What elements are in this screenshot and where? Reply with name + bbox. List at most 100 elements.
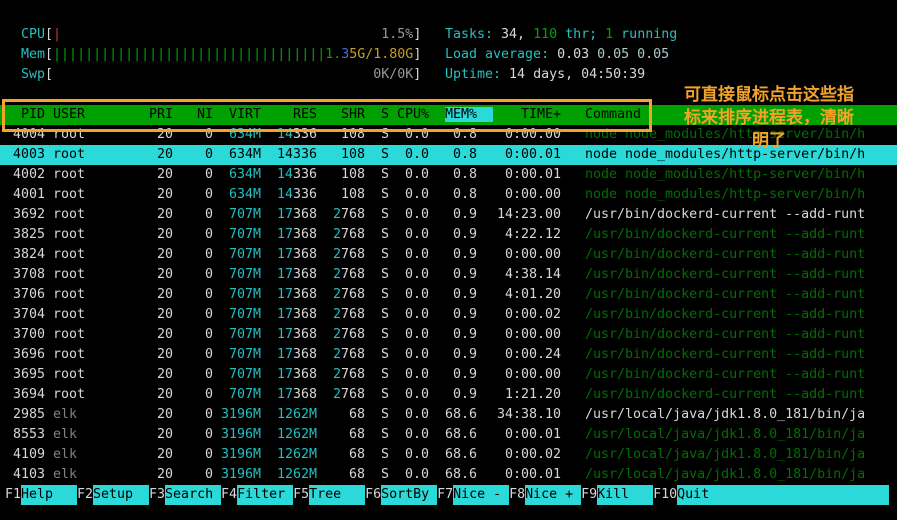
function-key-bar: F1 Help F2 Setup F3 Search F4 Filter F5 Tree F6 Sor… [0,485,897,505]
ni-cell: 0 [204,187,213,202]
time-cell: 0:00.24 [504,347,561,362]
fkey-f4-filter[interactable]: F4 Filter [221,485,294,505]
fkey-f9-kill[interactable]: F9 Kill [581,485,654,505]
fkey-action-label: Search [165,485,222,505]
pri-cell: 20 [156,427,173,442]
row-gap [45,325,53,345]
ni-cell: 0 [204,307,213,322]
user-cell: root [53,267,86,282]
s-cell: S [380,407,389,422]
ni-cell: 0 [204,427,213,442]
fkey-f10-quit[interactable]: F10 Quit [653,485,890,505]
process-row-8553[interactable]: 8553 elk 20 0 3196M 1262M 68 S 0.0 68.6 0:00.01/us… [0,425,897,445]
ni-cell: 0 [204,327,213,342]
process-row-3706[interactable]: 3706 root 20 0 707M 17368 2768 S 0.0 0.9 4:01.20/u… [0,285,897,305]
cpu-cell: 0.0 [404,267,429,282]
fkey-f5-tree[interactable]: F5 Tree [293,485,366,505]
pri-cell: 20 [156,227,173,242]
mem-cell: 0.9 [452,207,477,222]
process-row-4109[interactable]: 4109 elk 20 0 3196M 1262M 68 S 0.0 68.6 0:00.02/us… [0,445,897,465]
process-row-2985[interactable]: 2985 elk 20 0 3196M 1262M 68 S 0.0 68.6 34:38.10/u… [0,405,897,425]
cpu-cell: 0.0 [404,327,429,342]
pri-cell: 20 [156,147,173,162]
pid-cell: 4109 [12,447,45,462]
virt-cell: 634M [228,147,261,162]
annotation-line: 标来排序进程表，清晰 [684,108,854,128]
fkey-action-label: Quit [677,485,890,505]
virt-cell: 707M [228,367,261,382]
process-row-3700[interactable]: 3700 root 20 0 707M 17368 2768 S 0.0 0.9 0:00.00/u… [0,325,897,345]
virt-cell: 3196M [220,407,261,422]
virt-cell: 3196M [220,467,261,482]
process-row-3695[interactable]: 3695 root 20 0 707M 17368 2768 S 0.0 0.9 0:00.00/u… [0,365,897,385]
fkey-f1-help[interactable]: F1 Help [5,485,78,505]
time-cell: 0:00.00 [504,187,561,202]
pri-cell: 20 [156,407,173,422]
process-row-4103[interactable]: 4103 elk 20 0 3196M 1262M 68 S 0.0 68.6 0:00.01/us… [0,465,897,485]
pid-cell: 3825 [12,227,45,242]
cmd-cell: /usr/local/java/jdk1.8.0_181/bin/ja [585,467,866,482]
process-row-3692[interactable]: 3692 root 20 0 707M 17368 2768 S 0.0 0.9 14:23.00 /… [0,205,897,225]
row-gap [45,365,53,385]
cmd-cell: /usr/bin/dockerd-current --add-runt [585,367,866,382]
row-gap [45,385,53,405]
cmd-cell: /usr/bin/dockerd-current --add-runt [585,347,866,362]
cmd-cell: /usr/bin/dockerd-current --add-runt [585,287,866,302]
s-cell: S [380,187,389,202]
pri-cell: 20 [156,287,173,302]
cmd-cell: /usr/bin/dockerd-current --add-runt [585,227,866,242]
process-row-3708[interactable]: 3708 root 20 0 707M 17368 2768 S 0.0 0.9 4:38.14/u… [0,265,897,285]
s-cell: S [380,447,389,462]
cpu-cell: 0.0 [404,147,429,162]
s-cell: S [380,167,389,182]
time-cell: 0:00.00 [504,247,561,262]
res-cell: 17368 [276,327,317,342]
row-gap [45,205,53,225]
process-row-3824[interactable]: 3824 root 20 0 707M 17368 2768 S 0.0 0.9 0:00.00/u… [0,245,897,265]
ni-cell: 0 [204,247,213,262]
time-cell: 0:00.01 [504,167,561,182]
time-cell: 0:00.00 [504,327,561,342]
row-gap [45,265,53,285]
fkey-f2-setup[interactable]: F2 Setup [77,485,150,505]
fkey-f6-sortby[interactable]: F6 SortBy [365,485,438,505]
cmd-cell: node node_modules/http-server/bin/h [585,167,866,182]
cmd-cell: /usr/bin/dockerd-current --add-runt [585,387,866,402]
time-cell: 4:38.14 [504,267,561,282]
fkey-f3-search[interactable]: F3 Search [149,485,222,505]
fkey-f8-nice-[interactable]: F8 Nice + [509,485,582,505]
cpu-cell: 0.0 [404,427,429,442]
cpu-cell: 0.0 [404,207,429,222]
process-row-3825[interactable]: 3825 root 20 0 707M 17368 2768 S 0.0 0.9 4:22.12/u… [0,225,897,245]
process-row-4002[interactable]: 4002 root 20 0 634M 14336 108 S 0.0 0.8 0:00.01 nod… [0,165,897,185]
process-row-4001[interactable]: 4001 root 20 0 634M 14336 108 S 0.0 0.8 0:00.00 nod… [0,185,897,205]
ni-cell: 0 [204,447,213,462]
row-gap [45,425,53,445]
ni-cell: 0 [204,207,213,222]
mem-cell: 0.8 [452,187,477,202]
cmd-cell: /usr/local/java/jdk1.8.0_181/bin/ja [585,407,866,422]
virt-cell: 707M [228,227,261,242]
res-cell: 14336 [276,147,317,162]
fkey-key-label: F8 [509,487,526,502]
s-cell: S [380,327,389,342]
pri-cell: 20 [156,367,173,382]
process-row-3694[interactable]: 3694 root 20 0 707M 17368 2768 S 0.0 0.9 1:21.20/u… [0,385,897,405]
user-cell: root [53,367,86,382]
process-row-3704[interactable]: 3704 root 20 0 707M 17368 2768 S 0.0 0.9 0:00.02/u… [0,305,897,325]
annotation-box [2,99,652,132]
user-cell: root [53,147,86,162]
fkey-f7-nice-[interactable]: F7 Nice - [437,485,510,505]
process-row-3696[interactable]: 3696 root 20 0 707M 17368 2768 S 0.0 0.9 0:00.24/u… [0,345,897,365]
row-gap [45,145,53,165]
cmd-cell: /usr/bin/dockerd-current --add-runt [585,207,866,222]
shr-cell: 2768 [332,207,365,222]
ni-cell: 0 [204,267,213,282]
user-cell: root [53,227,86,242]
row-gap [45,465,53,485]
fkey-action-label: Tree [309,485,366,505]
annotation-line: 可直接鼠标点击这些指 [684,85,854,105]
shr-cell: 108 [340,167,365,182]
pid-cell: 3824 [12,247,45,262]
pid-cell: 3692 [12,207,45,222]
